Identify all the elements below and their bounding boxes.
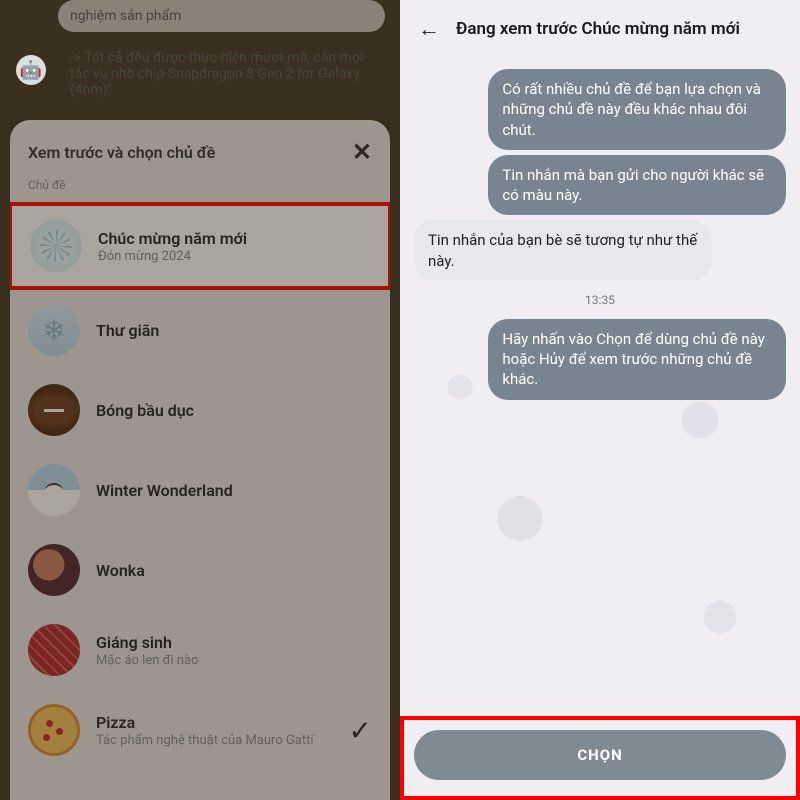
snowflake-icon: ❄ [28, 304, 80, 356]
theme-title: Giáng sinh [96, 633, 372, 652]
sent-message: Tin nhắn mà bạn gửi cho người khác sẽ có… [488, 155, 786, 216]
section-label: Chủ đề [10, 170, 390, 202]
theme-title: Thư giãn [96, 321, 372, 340]
theme-item-winter[interactable]: Winter Wonderland [10, 450, 390, 530]
theme-item-pizza[interactable]: Pizza Tác phẩm nghệ thuật của Mauro Gatt… [10, 690, 390, 770]
received-message: Tin nhắn của bạn bè sẽ tương tự như thế … [414, 220, 712, 281]
theme-item-football[interactable]: Bóng bầu dục [10, 370, 390, 450]
theme-subtitle: Mặc áo len đi nào [96, 653, 372, 668]
theme-picker-sheet: Xem trước và chọn chủ đề ✕ Chủ đề Chúc m… [10, 120, 390, 800]
sent-message: Hãy nhấn vào Chọn để dùng chủ đề này hoặ… [488, 319, 786, 400]
preview-title: Đang xem trước Chúc mừng năm mới [456, 19, 740, 39]
theme-title: Pizza [96, 713, 333, 732]
theme-item-relax[interactable]: ❄ Thư giãn [10, 290, 390, 370]
left-screenshot: 🤖 nghiệm sản phẩm -> Tất cả đều được thự… [0, 0, 400, 800]
theme-subtitle: Tác phẩm nghệ thuật của Mauro Gatti [96, 733, 333, 748]
sheet-title: Xem trước và chọn chủ đề [28, 143, 215, 162]
preview-header: ← Đang xem trước Chúc mừng năm mới [400, 0, 800, 58]
bg-line2: -> Tất cả đều được thực hiện mượt mà, câ… [70, 50, 363, 98]
wonka-icon [28, 544, 80, 596]
christmas-icon [28, 624, 80, 676]
sent-message: Có rất nhiều chủ đề để bạn lựa chọn và n… [488, 69, 786, 150]
chat-preview-body: Có rất nhiều chủ đề để bạn lựa chọn và n… [400, 58, 800, 716]
close-icon[interactable]: ✕ [352, 138, 372, 166]
background-chat-bubble: -> Tất cả đều được thực hiện mượt mà, câ… [58, 42, 385, 106]
checkmark-icon: ✓ [349, 714, 372, 747]
background-chat-bubble: nghiệm sản phẩm [58, 0, 385, 32]
theme-item-christmas[interactable]: Giáng sinh Mặc áo len đi nào [10, 610, 390, 690]
assistant-avatar: 🤖 [16, 55, 46, 85]
pizza-icon [28, 704, 80, 756]
select-button[interactable]: CHỌN [414, 730, 786, 780]
timestamp: 13:35 [414, 293, 786, 307]
theme-item-wonka[interactable]: Wonka [10, 530, 390, 610]
theme-title: Wonka [96, 561, 372, 580]
theme-subtitle: Đón mừng 2024 [98, 249, 370, 264]
theme-list: Chúc mừng năm mới Đón mừng 2024 ❄ Thư gi… [10, 202, 390, 800]
firework-icon [30, 220, 82, 272]
right-screenshot: ← Đang xem trước Chúc mừng năm mới Có rấ… [400, 0, 800, 800]
back-arrow-icon[interactable]: ← [418, 16, 440, 42]
bg-line1: nghiệm sản phẩm [70, 8, 181, 24]
football-icon [28, 384, 80, 436]
theme-item-new-year[interactable]: Chúc mừng năm mới Đón mừng 2024 [10, 202, 390, 290]
theme-title: Chúc mừng năm mới [98, 229, 370, 248]
theme-title: Winter Wonderland [96, 481, 372, 500]
footer-highlight: CHỌN [400, 716, 800, 800]
snowman-icon [28, 464, 80, 516]
theme-title: Bóng bầu dục [96, 401, 372, 420]
